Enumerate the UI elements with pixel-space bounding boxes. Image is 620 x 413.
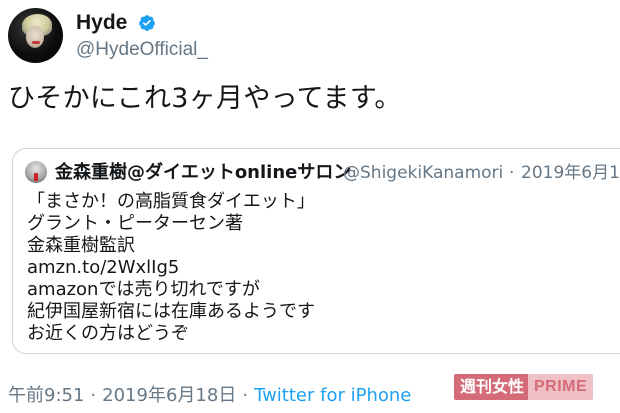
avatar-lips bbox=[32, 41, 40, 44]
quoted-line: amazonでは売り切れですが bbox=[27, 279, 260, 300]
quoted-link[interactable]: amzn.to/2WxlIg5 bbox=[27, 257, 607, 279]
tweet-time[interactable]: 午前9:51 bbox=[8, 385, 84, 406]
quoted-tweet[interactable]: 金森重樹@ダイエットonlineサロン @ShigekiKanamori · 2… bbox=[12, 148, 620, 354]
author-avatar[interactable] bbox=[8, 8, 63, 63]
quoted-date[interactable]: 2019年6月17日 bbox=[521, 161, 620, 185]
watermark-right: PRIME bbox=[528, 374, 594, 400]
quoted-author-name[interactable]: 金森重樹@ダイエットonlineサロン bbox=[55, 161, 351, 185]
watermark: 週刊女性 PRIME bbox=[454, 374, 614, 400]
author-name[interactable]: Hyde bbox=[76, 10, 127, 36]
avatar-tie bbox=[34, 173, 38, 181]
avatar-face bbox=[26, 26, 44, 48]
quoted-line: グラント・ピーターセン著 bbox=[27, 213, 243, 234]
quoted-separator: · bbox=[509, 163, 515, 183]
quoted-line: 「まさか！の高脂質食ダイエット」 bbox=[27, 191, 315, 212]
tweet-meta: 午前9:51 · 2019年6月18日 · Twitter for iPhone bbox=[8, 385, 411, 407]
tweet-text: ひそかにこれ3ヶ月やってます。 bbox=[8, 83, 402, 114]
quoted-line: 金森重樹監訳 bbox=[27, 235, 135, 256]
quoted-line: 紀伊国屋新宿には在庫あるようです bbox=[27, 301, 315, 322]
quoted-author-handle[interactable]: @ShigekiKanamori bbox=[343, 161, 503, 185]
quoted-tweet-header: 金森重樹@ダイエットonlineサロン @ShigekiKanamori · 2… bbox=[25, 161, 620, 187]
meta-separator: · bbox=[90, 385, 97, 406]
quoted-line: お近くの方はどうぞ bbox=[27, 323, 189, 344]
quoted-tweet-body: 「まさか！の高脂質食ダイエット」 グラント・ピーターセン著 金森重樹監訳 amz… bbox=[27, 191, 607, 345]
tweet-source-link[interactable]: Twitter for iPhone bbox=[254, 385, 411, 406]
meta-separator: · bbox=[242, 385, 249, 406]
verified-badge-icon bbox=[139, 15, 155, 31]
quoted-author-avatar[interactable] bbox=[25, 161, 47, 183]
author-handle[interactable]: @HydeOfficial_ bbox=[76, 38, 208, 62]
tweet-date[interactable]: 2019年6月18日 bbox=[102, 385, 236, 406]
watermark-left: 週刊女性 bbox=[454, 374, 531, 400]
tweet-card: Hyde @HydeOfficial_ ひそかにこれ3ヶ月やってます。 金森重樹… bbox=[0, 0, 620, 413]
